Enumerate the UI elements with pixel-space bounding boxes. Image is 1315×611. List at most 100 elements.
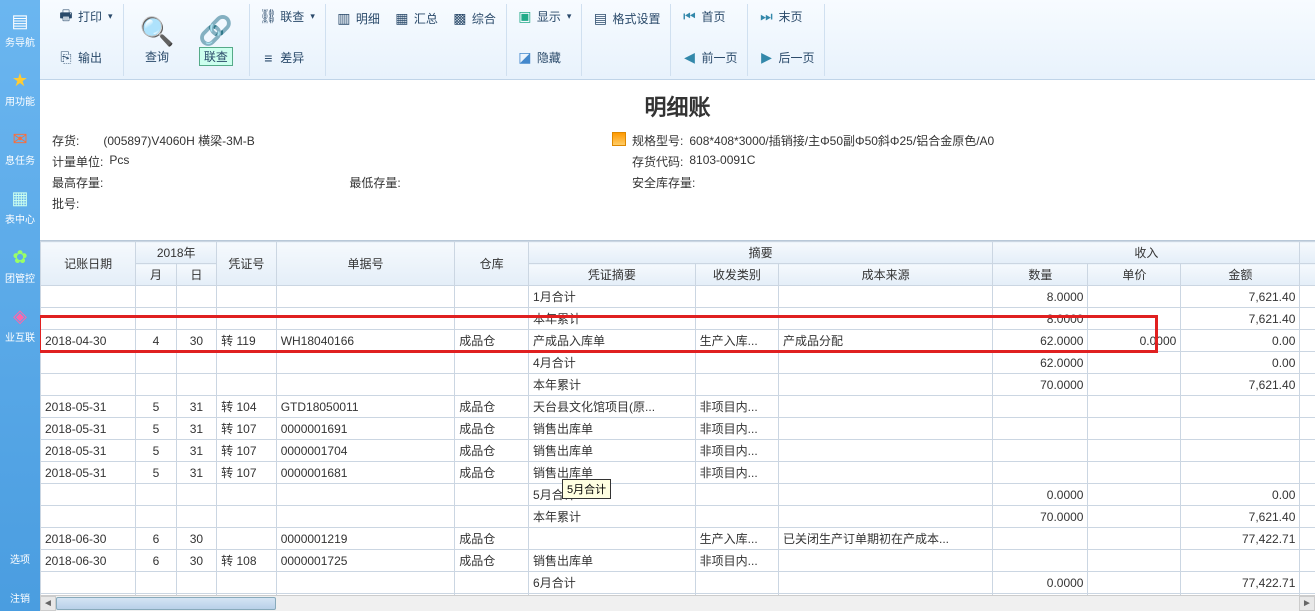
- table-row[interactable]: 2018-04-30430转 119WH18040166成品仓产成品入库单生产入…: [41, 330, 1315, 352]
- code-label: 存货代码:: [632, 153, 683, 170]
- printer-icon: 🖶: [58, 9, 74, 25]
- chevron-down-icon: ▾: [567, 11, 572, 22]
- sidebar-item-logout[interactable]: 注销: [4, 590, 36, 605]
- search-icon: 🔍: [140, 15, 175, 48]
- summary-button[interactable]: ▦汇总: [390, 8, 442, 29]
- hide-button[interactable]: ◪隐藏: [513, 47, 576, 68]
- sidebar-item-link[interactable]: ◈业互联: [4, 303, 36, 344]
- first-page-button[interactable]: ⏮首页: [677, 6, 741, 27]
- inventory-value: (005897)V4060H 横梁-3M-B: [103, 132, 254, 149]
- prev-page-button[interactable]: ◀前一页: [677, 47, 741, 68]
- sidebar-item-control[interactable]: ✿团管控: [4, 244, 36, 285]
- format-icon: ▤: [592, 11, 608, 27]
- first-icon: ⏮: [681, 9, 697, 25]
- show-icon: ▣: [517, 9, 533, 25]
- chevron-down-icon: ▾: [310, 11, 315, 22]
- unit-label: 计量单位:: [52, 153, 103, 170]
- col-day[interactable]: 日: [176, 264, 216, 286]
- liancha-big-button[interactable]: 🔗联查: [188, 10, 243, 70]
- scroll-track[interactable]: [56, 596, 1299, 611]
- col-qty[interactable]: 数量: [993, 264, 1088, 286]
- link-small-icon: ⛓: [260, 9, 276, 25]
- table-row[interactable]: 2018-05-31531转 1070000001691成品仓销售出库单非项目内…: [41, 418, 1315, 440]
- sidebar-item-options[interactable]: 选项: [4, 551, 36, 566]
- col-oqty[interactable]: 数量: [1300, 264, 1315, 286]
- table-row[interactable]: 2018-06-30630转 1080000001725成品仓销售出库单非项目内…: [41, 550, 1315, 572]
- col-amount[interactable]: 金额: [1181, 264, 1300, 286]
- table-row[interactable]: 本年累计8.00007,621.400.0000: [41, 308, 1315, 330]
- spec-label: 规格型号:: [632, 132, 683, 149]
- liancha-button[interactable]: ⛓联查▾: [256, 6, 319, 27]
- col-voucherabs[interactable]: 凭证摘要: [529, 264, 696, 286]
- col-month[interactable]: 月: [136, 264, 176, 286]
- table-row[interactable]: 2018-05-31531转 1070000001704成品仓销售出库单非项目内…: [41, 440, 1315, 462]
- export-icon: ⎘: [58, 50, 74, 66]
- scroll-right-arrow[interactable]: ►: [1299, 596, 1315, 611]
- unit-value: Pcs: [109, 153, 129, 170]
- detail-button[interactable]: ▥明细: [332, 8, 384, 29]
- last-icon: ⏭: [758, 9, 774, 25]
- prev-icon: ◀: [681, 50, 697, 66]
- table-row[interactable]: 6月合计0.000077,422.718.000017,17: [41, 572, 1315, 594]
- output-button[interactable]: ⎘输出: [54, 47, 117, 68]
- table-row[interactable]: 4月合计62.00000.000.0000: [41, 352, 1315, 374]
- grid-icon: ▤: [6, 8, 34, 34]
- min-label: 最低存量:: [349, 174, 400, 191]
- show-button[interactable]: ▣显示▾: [513, 6, 576, 27]
- sidebar-item-nav[interactable]: ▤务导航: [4, 8, 36, 49]
- print-button[interactable]: 🖶打印▾: [54, 6, 117, 27]
- detail-table: 记账日期 2018年 凭证号 单据号 仓库 摘要 收入 发出 月 日 凭证摘要 …: [40, 241, 1315, 595]
- batch-label: 批号:: [52, 195, 79, 212]
- hide-icon: ◪: [517, 50, 533, 66]
- col-abstract[interactable]: 摘要: [529, 242, 993, 264]
- table-row[interactable]: 2018-06-306300000001219成品仓生产入库...已关闭生产订单…: [41, 528, 1315, 550]
- sidebar-item-fav[interactable]: ★用功能: [4, 67, 36, 108]
- report-icon: ▦: [6, 185, 34, 211]
- content-area: 明细账 存货:(005897)V4060H 横梁-3M-B 规格型号:608*4…: [40, 80, 1315, 611]
- col-year[interactable]: 2018年: [136, 242, 217, 264]
- col-voucher[interactable]: 凭证号: [217, 242, 277, 286]
- scroll-left-arrow[interactable]: ◄: [40, 596, 56, 611]
- link-icon: ◈: [6, 303, 34, 329]
- sidebar-item-msg[interactable]: ✉息任务: [4, 126, 36, 167]
- table-wrap: 记账日期 2018年 凭证号 单据号 仓库 摘要 收入 发出 月 日 凭证摘要 …: [40, 240, 1315, 595]
- col-outgo[interactable]: 发出: [1300, 242, 1315, 264]
- query-button[interactable]: 🔍查询: [130, 11, 185, 69]
- last-page-button[interactable]: ⏭末页: [754, 6, 818, 27]
- next-page-button[interactable]: ▶后一页: [754, 47, 818, 68]
- link-icon: 🔗: [198, 14, 233, 47]
- table-row[interactable]: 本年累计70.00007,621.400.0000: [41, 374, 1315, 396]
- col-costsrc[interactable]: 成本来源: [778, 264, 992, 286]
- meta-panel: 存货:(005897)V4060H 横梁-3M-B 规格型号:608*408*3…: [40, 128, 1315, 226]
- col-postdate[interactable]: 记账日期: [41, 242, 136, 286]
- table-row[interactable]: 2018-05-31531转 1070000001681成品仓销售出库单非项目内…: [41, 462, 1315, 484]
- grid-icon: [612, 132, 626, 146]
- comp-icon: ▩: [452, 11, 468, 27]
- inventory-label: 存货:: [52, 132, 79, 149]
- diff-icon: ≡: [260, 50, 276, 66]
- diff-button[interactable]: ≡差异: [256, 47, 319, 68]
- table-row[interactable]: 2018-05-31531转 104GTD18050011成品仓天台县文化馆项目…: [41, 396, 1315, 418]
- comprehensive-button[interactable]: ▩综合: [448, 8, 500, 29]
- col-income[interactable]: 收入: [993, 242, 1300, 264]
- flower-icon: ✿: [6, 244, 34, 270]
- summary-icon: ▦: [394, 11, 410, 27]
- chevron-down-icon: ▾: [108, 11, 113, 22]
- safe-label: 安全库存量:: [632, 174, 695, 191]
- scroll-thumb[interactable]: [56, 597, 276, 610]
- table-row[interactable]: 1月合计8.00007,621.400.0000: [41, 286, 1315, 308]
- table-row[interactable]: 5月合计0.00000.0032.00003,48: [41, 484, 1315, 506]
- col-docno[interactable]: 单据号: [276, 242, 455, 286]
- col-warehouse[interactable]: 仓库: [455, 242, 529, 286]
- col-iotype[interactable]: 收发类别: [695, 264, 778, 286]
- mail-icon: ✉: [6, 126, 34, 152]
- horizontal-scrollbar[interactable]: ◄ ►: [40, 595, 1315, 611]
- format-button[interactable]: ▤格式设置: [588, 8, 664, 29]
- star-icon: ★: [6, 67, 34, 93]
- detail-icon: ▥: [336, 11, 352, 27]
- toolbar: 🖶打印▾ ⎘输出 🔍查询 🔗联查 ⛓联查▾ ≡差异 ▥明细 ▦汇总 ▩综合 ▣显…: [40, 0, 1315, 80]
- col-price[interactable]: 单价: [1088, 264, 1181, 286]
- table-row[interactable]: 本年累计70.00007,621.4032.00003,48: [41, 506, 1315, 528]
- sidebar-item-report[interactable]: ▦表中心: [4, 185, 36, 226]
- tooltip: 5月合计: [562, 479, 611, 499]
